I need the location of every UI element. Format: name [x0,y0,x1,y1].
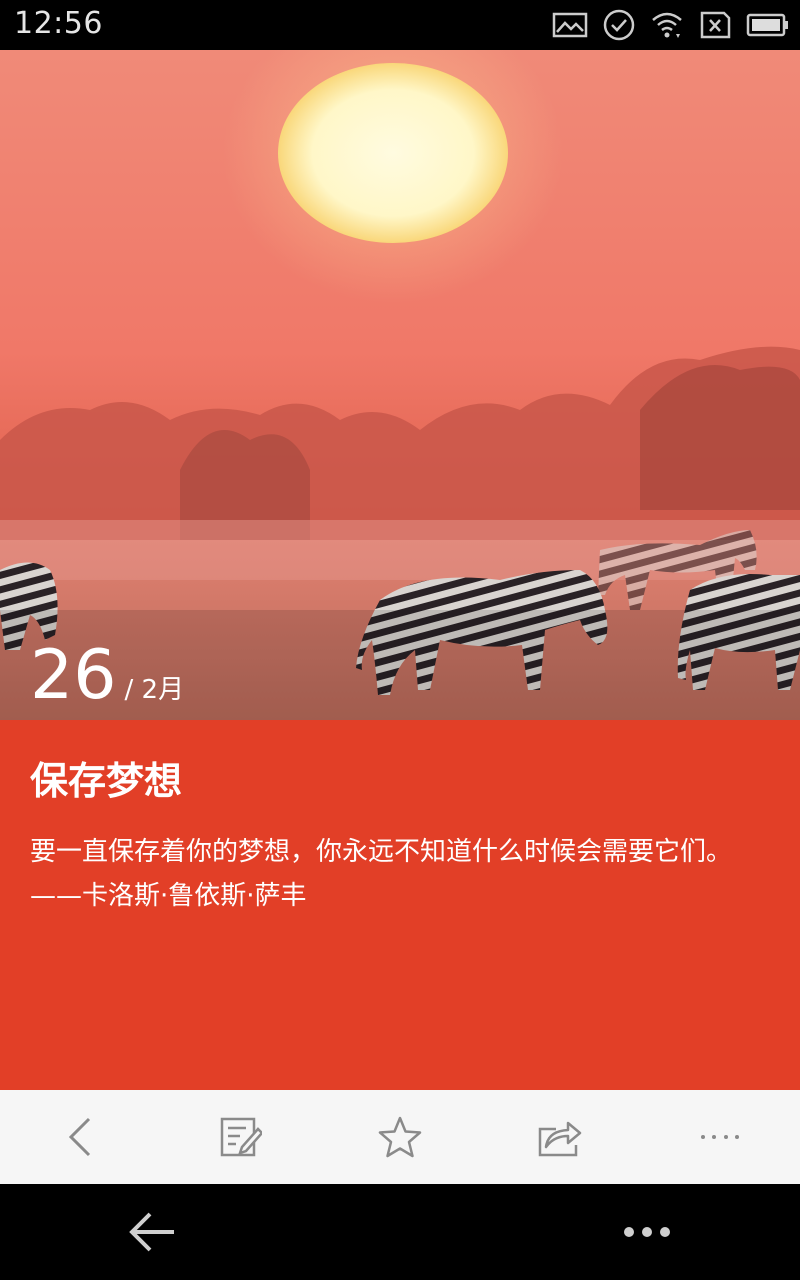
share-icon [538,1121,582,1157]
no-sim-icon [698,10,732,40]
card-title: 保存梦想 [30,759,183,803]
nav-more-button[interactable] [612,1204,682,1260]
image-icon [552,11,588,39]
share-button[interactable] [500,1090,620,1184]
check-circle-icon [602,8,636,42]
quote-card: 保存梦想 要一直保存着你的梦想，你永远不知道什么时候会需要它们。——卡洛斯·鲁依… [0,720,800,1090]
more-dots-icon [624,1227,670,1237]
back-arrow-icon [129,1212,174,1252]
more-button[interactable] [660,1090,780,1184]
back-icon [68,1117,91,1157]
more-icon [701,1135,739,1139]
bottom-toolbar [0,1090,800,1184]
date-block: 26 / 2月 [30,642,184,710]
favorite-button[interactable] [340,1090,460,1184]
nav-back-button[interactable] [120,1204,184,1260]
status-bar: 12:56 [0,0,800,50]
date-day: 26 [30,636,117,715]
sunset-zebra-photo [0,50,800,720]
star-icon [378,1116,422,1158]
card-body: 要一直保存着你的梦想，你永远不知道什么时候会需要它们。——卡洛斯·鲁依斯·萨丰 [30,837,733,911]
hero-image: 26 / 2月 [0,50,800,720]
status-time: 12:56 [14,6,103,41]
note-icon [220,1117,262,1157]
back-button[interactable] [20,1090,140,1184]
wifi-icon [650,10,684,40]
status-icons [552,6,790,44]
date-month: / 2月 [124,675,185,705]
navigation-bar [0,1184,800,1280]
battery-icon [746,12,790,38]
note-button[interactable] [180,1090,300,1184]
